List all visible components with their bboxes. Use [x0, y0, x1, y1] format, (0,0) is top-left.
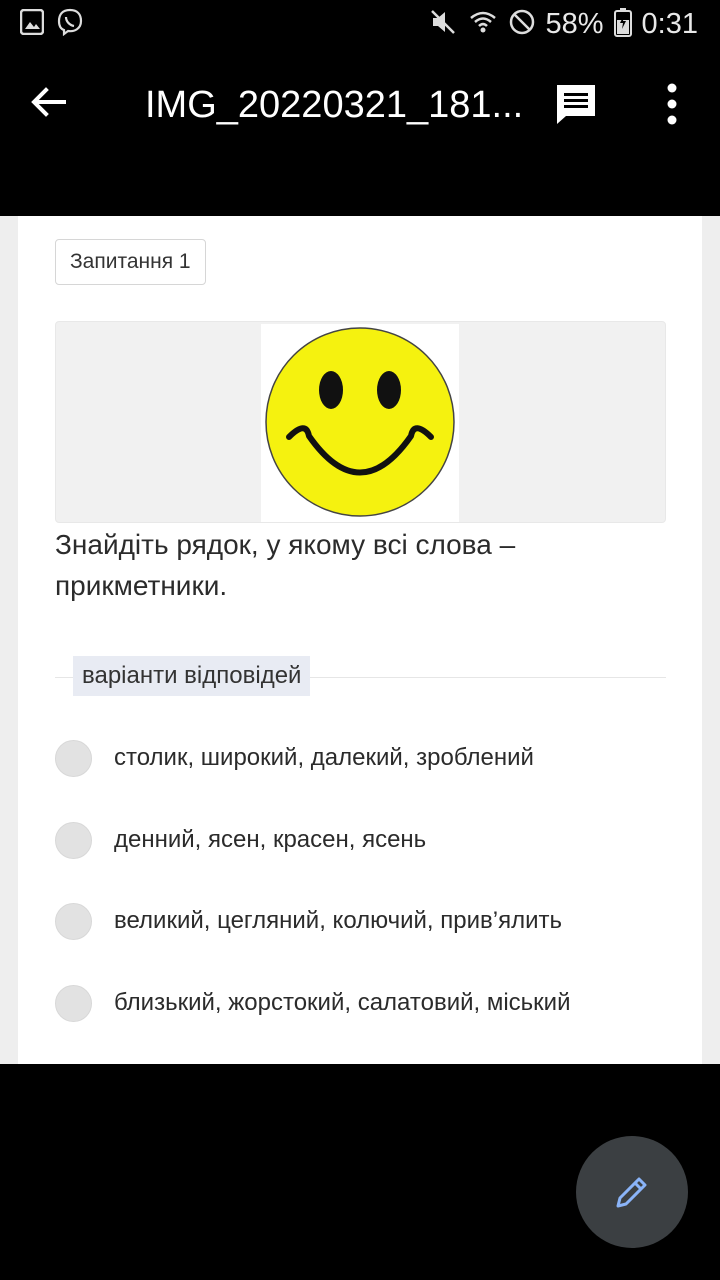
answer-option-3[interactable]: великий, цегляний, колючий, прив’ялить: [55, 901, 562, 941]
comments-button[interactable]: [552, 80, 600, 128]
answer-option-4[interactable]: близький, жорстокий, салатовий, міський: [55, 983, 571, 1023]
wifi-icon: [468, 7, 498, 42]
more-options-button[interactable]: [654, 80, 690, 128]
smiley-image: [261, 324, 459, 522]
radio-button[interactable]: [55, 739, 92, 777]
back-button[interactable]: [24, 78, 72, 126]
smiley-face-icon: [265, 327, 455, 517]
comment-icon: [557, 85, 595, 124]
question-number-chip: Запитання 1: [55, 239, 206, 285]
gallery-notification-icon: [19, 8, 45, 40]
answer-option-label: близький, жорстокий, салатовий, міський: [114, 989, 571, 1016]
app-bar: IMG_20220321_181...: [0, 48, 720, 216]
answer-option-label: великий, цегляний, колючий, прив’ялить: [114, 907, 562, 934]
image-title: IMG_20220321_181...: [145, 84, 524, 126]
image-viewer[interactable]: Запитання 1 Знайдіть рядок, у якому всі …: [0, 216, 720, 1064]
pencil-icon: [616, 1177, 647, 1208]
more-vert-icon: [667, 83, 677, 125]
answer-option-1[interactable]: столик, широкий, далекий, зроблений: [55, 738, 534, 778]
answer-option-2[interactable]: денний, ясен, красен, ясень: [55, 820, 426, 860]
quiz-card: Запитання 1 Знайдіть рядок, у якому всі …: [18, 216, 702, 1064]
question-text: Знайдіть рядок, у якому всі слова – прик…: [55, 529, 516, 601]
radio-button[interactable]: [55, 902, 92, 940]
battery-percentage: 58%: [545, 7, 604, 40]
answer-option-label: столик, широкий, далекий, зроблений: [114, 744, 534, 771]
mute-icon: [428, 7, 458, 42]
edit-fab-button[interactable]: [576, 1136, 688, 1248]
arrow-back-icon: [31, 87, 66, 117]
radio-button[interactable]: [55, 821, 92, 859]
answers-label: варіанти відповідей: [73, 656, 311, 696]
battery-charging-icon: [613, 7, 632, 42]
radio-button[interactable]: [55, 984, 92, 1022]
status-bar: 58% 0:31: [0, 0, 720, 48]
answer-option-label: денний, ясен, красен, ясень: [114, 826, 427, 853]
clock: 0:31: [641, 7, 698, 40]
do-not-disturb-icon: [508, 8, 536, 41]
viber-notification-icon: [56, 8, 84, 41]
question-image-box: [55, 321, 666, 523]
